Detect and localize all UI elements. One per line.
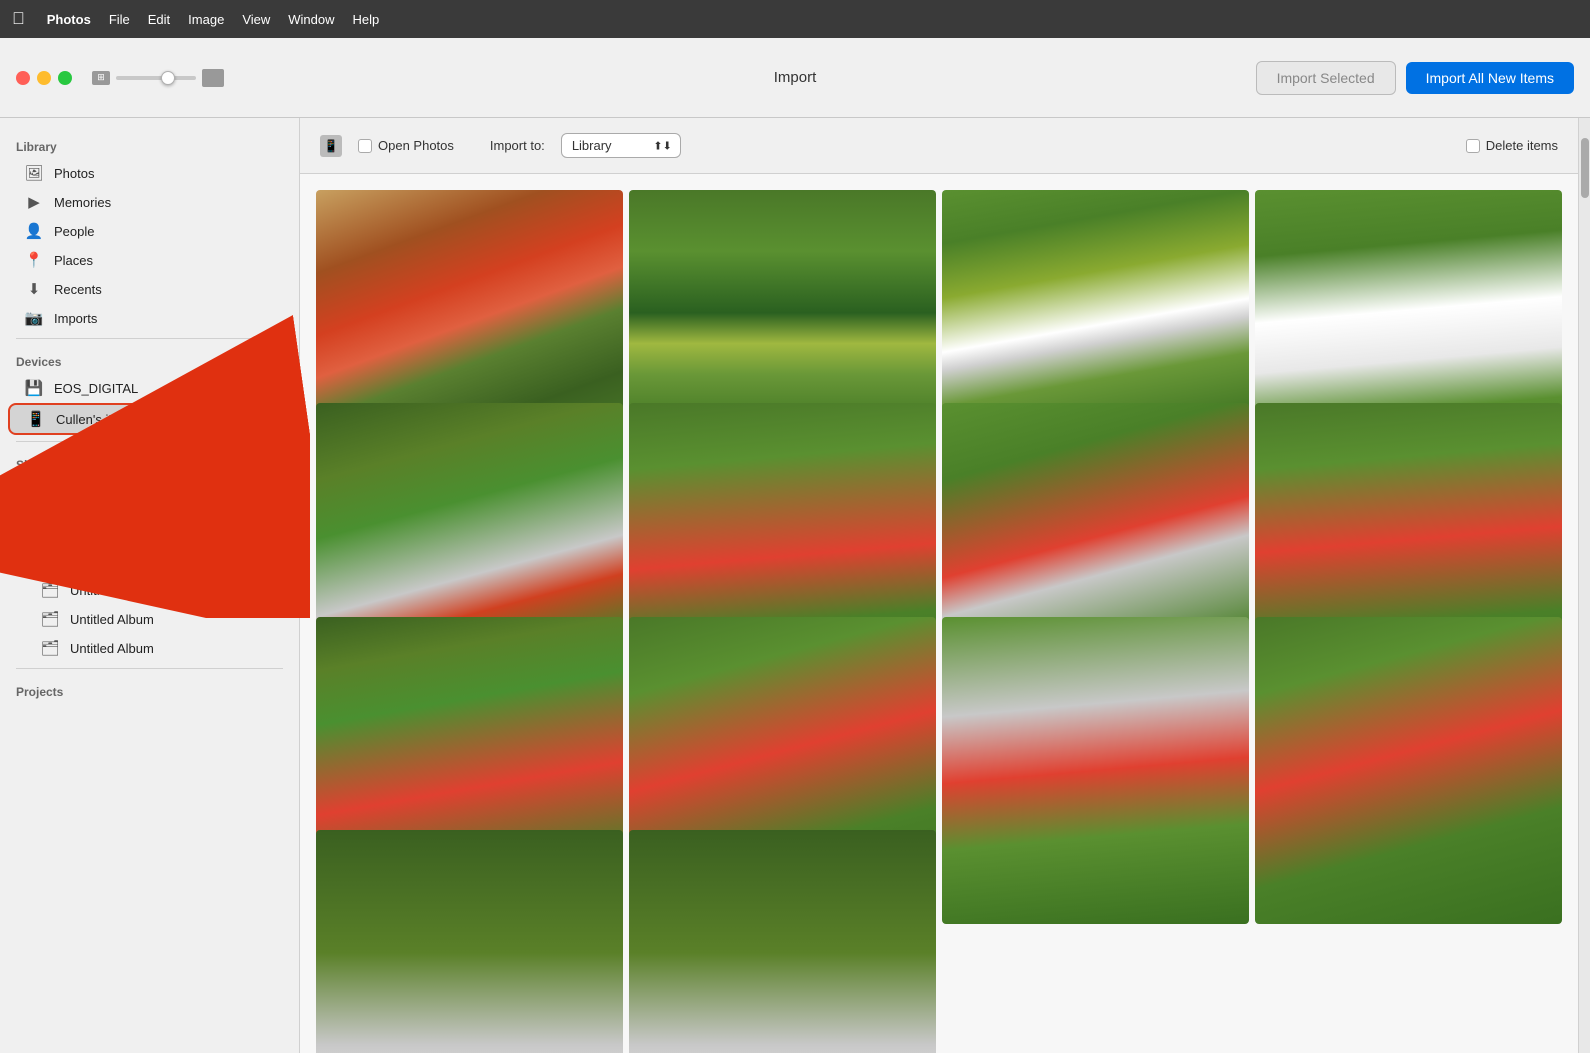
scrollbar-thumb[interactable]	[1581, 138, 1589, 198]
sidebar-untitled-2-label: Untitled Album	[70, 612, 154, 627]
device-thumbnail-icon: 📱	[320, 135, 342, 157]
album-1-icon: 🗂	[40, 581, 60, 599]
photo-grid	[300, 174, 1578, 1053]
maximize-button[interactable]	[58, 71, 72, 85]
library-section-header: Library	[0, 130, 299, 158]
delete-items-label[interactable]: Delete items	[1466, 138, 1558, 153]
places-icon: 📍	[24, 251, 44, 269]
sidebar-item-untitled-2[interactable]: 🗂 Untitled Album	[8, 605, 291, 633]
thumbnail-large-icon	[202, 69, 224, 87]
import-to-dropdown[interactable]: Library ⬆⬇	[561, 133, 681, 158]
eos-icon: 💾	[24, 379, 44, 397]
import-all-button[interactable]: Import All New Items	[1406, 62, 1574, 94]
projects-section-header: Projects	[0, 675, 299, 703]
sidebar-memories-label: Memories	[54, 195, 111, 210]
sidebar-item-iphone[interactable]: 📱 Cullen's iPhone 11 Pro	[8, 403, 291, 435]
sidebar-my-albums-label: My Albums	[74, 554, 138, 569]
menu-view[interactable]: View	[242, 12, 270, 27]
shared-section-header: Shared	[0, 448, 299, 476]
menu-photos[interactable]: Photos	[47, 12, 91, 27]
sidebar-item-people[interactable]: 👤 People	[8, 217, 291, 245]
menu-file[interactable]: File	[109, 12, 130, 27]
sidebar-activity-label: Activity	[54, 484, 95, 499]
photo-cell-11[interactable]	[1255, 617, 1562, 924]
content-toolbar: 📱 Open Photos Import to: Library ⬆⬇ Dele…	[300, 118, 1578, 174]
main-layout: Library 🖼 Photos ▶ Memories 👤 People 📍 P…	[0, 118, 1590, 1053]
sidebar-item-places[interactable]: 📍 Places	[8, 246, 291, 274]
sidebar-item-my-albums[interactable]: ▼ 🗂 My Albums	[8, 547, 291, 575]
thumbnail-small-icon: ⊞	[92, 71, 110, 85]
my-albums-folder-icon: 🗂	[44, 552, 64, 570]
album-2-icon: 🗂	[40, 610, 60, 628]
menu-help[interactable]: Help	[353, 12, 380, 27]
menu-window[interactable]: Window	[288, 12, 334, 27]
sidebar-imports-label: Imports	[54, 311, 97, 326]
open-photos-label: Open Photos	[378, 138, 454, 153]
sidebar-item-photos[interactable]: 🖼 Photos	[8, 159, 291, 187]
photo-cell-13[interactable]	[629, 830, 936, 1053]
people-icon: 👤	[24, 222, 44, 240]
sidebar-item-eos-digital[interactable]: 💾 EOS_DIGITAL ⏏	[8, 374, 291, 402]
sidebar-item-untitled-3[interactable]: 🗂 Untitled Album	[8, 634, 291, 662]
imports-icon: 📷	[24, 309, 44, 327]
sidebar-photos-label: Photos	[54, 166, 94, 181]
import-to-select-container[interactable]: Library ⬆⬇	[561, 133, 681, 158]
recents-icon: ⬇	[24, 280, 44, 298]
menu-image[interactable]: Image	[188, 12, 224, 27]
photo-cell-12[interactable]	[316, 830, 623, 1053]
menu-bar:  Photos File Edit Image View Window Hel…	[0, 0, 1590, 38]
my-albums-triangle-icon: ▼	[24, 556, 34, 567]
divider-4	[16, 668, 283, 669]
thumbnail-slider-track[interactable]	[116, 76, 196, 80]
toolbar-actions: Import Selected Import All New Items	[1256, 61, 1574, 95]
divider-3	[16, 511, 283, 512]
sidebar-places-label: Places	[54, 253, 93, 268]
import-to-text: Import to:	[490, 138, 545, 153]
apple-menu[interactable]: 	[12, 9, 25, 29]
devices-section-header: Devices	[0, 345, 299, 373]
toolbar: ⊞ Import Import Selected Import All New …	[0, 38, 1590, 118]
memories-icon: ▶	[24, 193, 44, 211]
minimize-button[interactable]	[37, 71, 51, 85]
divider-2	[16, 441, 283, 442]
sidebar-untitled-3-label: Untitled Album	[70, 641, 154, 656]
open-photos-checkbox[interactable]	[358, 139, 372, 153]
sidebar-recents-label: Recents	[54, 282, 102, 297]
sidebar-people-label: People	[54, 224, 94, 239]
albums-section-header: Albums	[0, 518, 299, 546]
photos-icon: 🖼	[24, 164, 44, 182]
toolbar-title: Import	[774, 69, 817, 86]
sidebar: Library 🖼 Photos ▶ Memories 👤 People 📍 P…	[0, 118, 300, 1053]
delete-items-checkbox[interactable]	[1466, 139, 1480, 153]
sidebar-untitled-1-label: Untitled Album	[70, 583, 154, 598]
sidebar-iphone-label: Cullen's iPhone 11 Pro	[56, 412, 187, 427]
album-3-icon: 🗂	[40, 639, 60, 657]
sidebar-eos-label: EOS_DIGITAL	[54, 381, 138, 396]
sidebar-item-memories[interactable]: ▶ Memories	[8, 188, 291, 216]
iphone-icon: 📱	[26, 410, 46, 428]
divider-1	[16, 338, 283, 339]
delete-items-text: Delete items	[1486, 138, 1558, 153]
open-photos-checkbox-label[interactable]: Open Photos	[358, 138, 454, 153]
scrollbar[interactable]	[1578, 118, 1590, 1053]
traffic-lights	[16, 71, 72, 85]
thumbnail-size-slider-area: ⊞	[92, 69, 224, 87]
import-selected-button[interactable]: Import Selected	[1256, 61, 1396, 95]
sidebar-item-recents[interactable]: ⬇ Recents	[8, 275, 291, 303]
sidebar-item-imports[interactable]: 📷 Imports	[8, 304, 291, 332]
menu-edit[interactable]: Edit	[148, 12, 170, 27]
content-area: 📱 Open Photos Import to: Library ⬆⬇ Dele…	[300, 118, 1578, 1053]
activity-icon: ☁	[24, 482, 44, 500]
photo-cell-10[interactable]	[942, 617, 1249, 924]
sidebar-item-untitled-1[interactable]: 🗂 Untitled Album	[8, 576, 291, 604]
thumbnail-slider-thumb[interactable]	[161, 71, 175, 85]
sidebar-item-activity[interactable]: ☁ Activity	[8, 477, 291, 505]
eject-eos-icon[interactable]: ⏏	[262, 380, 275, 397]
close-button[interactable]	[16, 71, 30, 85]
